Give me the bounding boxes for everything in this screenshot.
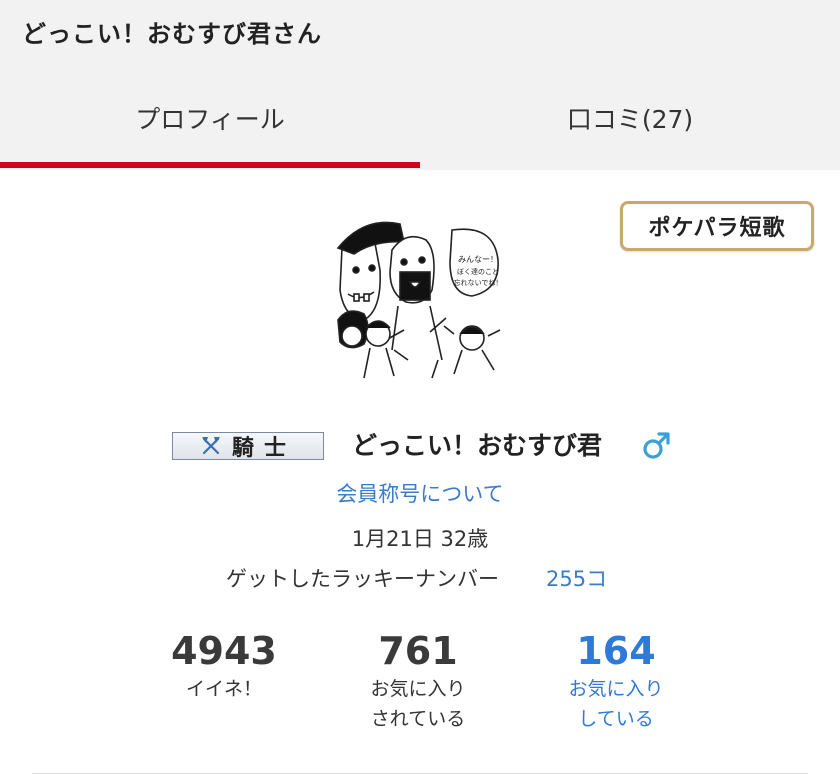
favoriting-count[interactable]: 164 <box>526 628 706 674</box>
lucky-number-label: ゲットしたラッキーナンバー <box>226 567 499 591</box>
likes-count: 4943 <box>171 629 277 673</box>
active-tab-indicator <box>0 162 420 168</box>
manga-illustration-avatar: みんなー！ ぼく達のこと 忘れないでね！ <box>336 221 503 379</box>
favorited-by-label-line1: お気に入り <box>370 678 466 700</box>
tab-bar: プロフィール 口コミ(27) <box>0 70 840 170</box>
svg-text:ぼく達のこと: ぼく達のこと <box>457 267 499 276</box>
likes-label: イイネ！ <box>185 678 262 700</box>
favorited-by-label-line2: されている <box>370 708 466 730</box>
tab-profile[interactable]: プロフィール <box>0 70 420 166</box>
stat-likes: 4943 イイネ！ <box>134 628 314 704</box>
svg-text:忘れないでね！: 忘れないでね！ <box>454 278 503 287</box>
stat-favorited-by: 761 お気に入り されている <box>328 628 508 734</box>
crossed-axes-icon <box>201 437 220 455</box>
svg-text:みんなー！: みんなー！ <box>458 255 498 264</box>
birthday-age: 1月21日 32歳 <box>351 527 489 551</box>
pokepara-tanka-button[interactable]: ポケパラ短歌 <box>620 201 814 251</box>
bottom-divider <box>32 773 808 774</box>
member-title-link[interactable]: 会員称号について <box>0 478 840 508</box>
page-title: どっこい！おむすび君さん <box>22 20 322 48</box>
male-icon <box>643 432 670 459</box>
favoriting-label-line1[interactable]: お気に入り <box>526 674 706 704</box>
favoriting-label-line2[interactable]: している <box>526 704 706 734</box>
stat-favoriting[interactable]: 164 お気に入り している <box>526 628 706 734</box>
user-name: どっこい！おむすび君 <box>352 431 603 460</box>
rank-label: 騎士 <box>231 436 296 461</box>
favorited-by-count: 761 <box>378 629 458 673</box>
lucky-number-count[interactable]: 255コ <box>546 563 607 593</box>
tab-reviews[interactable]: 口コミ(27) <box>420 70 840 166</box>
avatar[interactable]: みんなー！ ぼく達のこと 忘れないでね！ <box>334 210 506 398</box>
rank-badge: 騎士 <box>172 432 324 461</box>
